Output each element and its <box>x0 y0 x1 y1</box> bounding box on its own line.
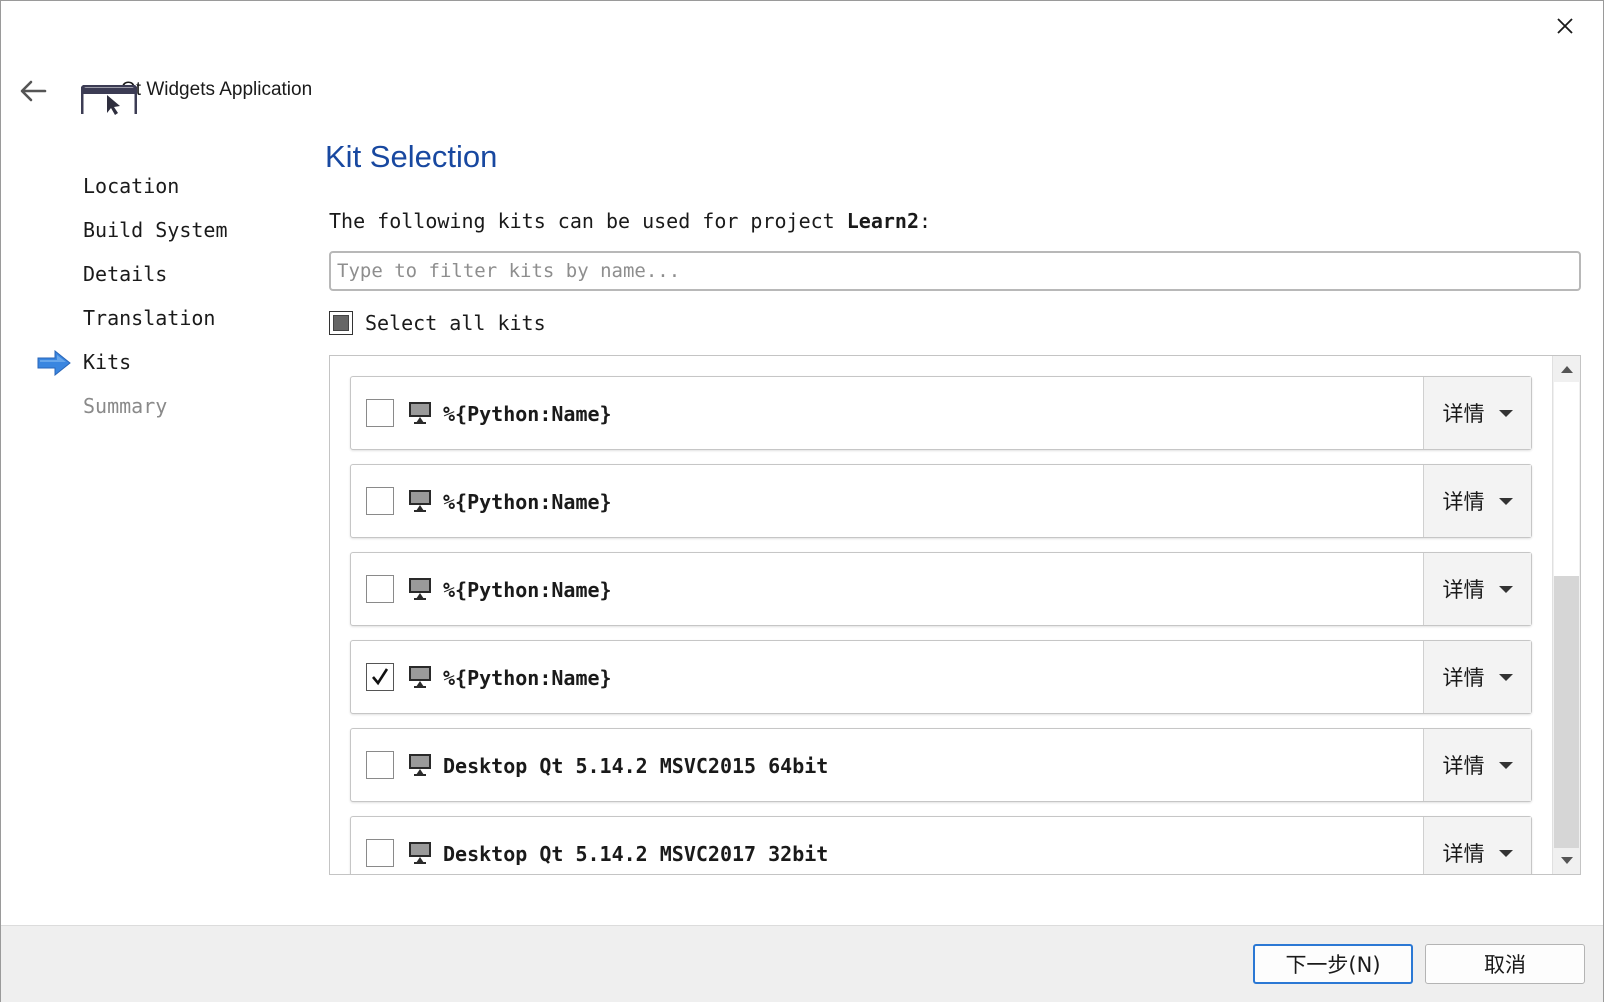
step-details: Details <box>37 257 228 301</box>
close-button[interactable] <box>1546 9 1584 43</box>
desktop-monitor-icon <box>409 842 431 864</box>
kit-rows: %{Python:Name} 详情 %{Python:Name} 详情 %{Py… <box>350 376 1532 874</box>
kit-row: %{Python:Name} 详情 <box>350 640 1532 714</box>
scroll-down-button[interactable] <box>1553 848 1580 874</box>
wizard-window: Qt Widgets Application Location Build Sy… <box>0 0 1604 1002</box>
kit-details-button[interactable]: 详情 <box>1423 729 1531 801</box>
kit-checkbox[interactable] <box>366 663 394 691</box>
step-label: Summary <box>83 394 168 418</box>
chevron-down-icon <box>1498 761 1513 769</box>
step-kits: Kits <box>37 345 228 389</box>
intro-suffix: : <box>919 209 932 233</box>
qt-widgets-app-icon <box>81 85 137 115</box>
details-label: 详情 <box>1442 490 1485 514</box>
step-label: Details <box>83 262 168 286</box>
kit-row: %{Python:Name} 详情 <box>350 376 1532 450</box>
kit-details-button[interactable]: 详情 <box>1423 641 1531 713</box>
chevron-down-icon <box>1498 849 1513 857</box>
step-label: Build System <box>83 218 228 242</box>
kit-name: %{Python:Name} <box>443 490 612 514</box>
kit-details-button[interactable]: 详情 <box>1423 553 1531 625</box>
current-step-arrow-icon <box>37 350 71 376</box>
project-name: Learn2 <box>846 209 920 233</box>
kit-checkbox[interactable] <box>366 487 394 515</box>
scroll-track[interactable] <box>1554 382 1579 576</box>
step-summary: Summary <box>37 389 228 433</box>
kit-name: %{Python:Name} <box>443 402 612 426</box>
partial-check-icon <box>329 311 353 335</box>
page-title: Kit Selection <box>325 139 498 174</box>
step-label: Location <box>83 174 180 198</box>
kit-details-button[interactable]: 详情 <box>1423 465 1531 537</box>
kit-row: %{Python:Name} 详情 <box>350 464 1532 538</box>
back-arrow-icon <box>20 80 47 102</box>
next-button[interactable]: 下一步(N) <box>1253 944 1413 984</box>
kit-row: Desktop Qt 5.14.2 MSVC2017 32bit 详情 <box>350 816 1532 874</box>
step-translation: Translation <box>37 301 228 345</box>
kit-checkbox[interactable] <box>366 839 394 867</box>
kit-row: Desktop Qt 5.14.2 MSVC2015 64bit 详情 <box>350 728 1532 802</box>
kit-row: %{Python:Name} 详情 <box>350 552 1532 626</box>
wizard-steps: Location Build System Details Translatio… <box>37 169 228 433</box>
details-label: 详情 <box>1442 666 1485 690</box>
chevron-down-icon <box>1498 497 1513 505</box>
chevron-down-icon <box>1498 585 1513 593</box>
wizard-title: Qt Widgets Application <box>121 79 313 100</box>
intro-text: The following kits can be used for proje… <box>329 209 931 233</box>
wizard-footer: 下一步(N) 取消 <box>1 925 1603 1002</box>
desktop-monitor-icon <box>409 490 431 512</box>
select-all-kits-checkbox[interactable]: Select all kits <box>329 311 546 335</box>
chevron-down-icon <box>1498 673 1513 681</box>
back-button[interactable] <box>15 73 51 109</box>
details-label: 详情 <box>1442 842 1485 866</box>
kit-list: %{Python:Name} 详情 %{Python:Name} 详情 %{Py… <box>329 355 1581 875</box>
kit-name: Desktop Qt 5.14.2 MSVC2017 32bit <box>443 842 829 866</box>
kit-name: Desktop Qt 5.14.2 MSVC2015 64bit <box>443 754 829 778</box>
desktop-monitor-icon <box>409 402 431 424</box>
step-location: Location <box>37 169 228 213</box>
scroll-down-icon <box>1560 857 1573 864</box>
scroll-up-icon <box>1560 366 1573 373</box>
step-build-system: Build System <box>37 213 228 257</box>
close-icon <box>1557 18 1573 34</box>
details-label: 详情 <box>1442 754 1485 778</box>
kit-list-scrollbar[interactable] <box>1552 356 1580 874</box>
kit-checkbox[interactable] <box>366 751 394 779</box>
check-icon <box>372 668 389 686</box>
chevron-down-icon <box>1498 409 1513 417</box>
kit-name: %{Python:Name} <box>443 578 612 602</box>
kit-details-button[interactable]: 详情 <box>1423 817 1531 874</box>
desktop-monitor-icon <box>409 578 431 600</box>
kit-filter-input[interactable] <box>329 251 1581 291</box>
scroll-up-button[interactable] <box>1553 356 1580 382</box>
kit-details-button[interactable]: 详情 <box>1423 377 1531 449</box>
details-label: 详情 <box>1442 402 1485 426</box>
details-label: 详情 <box>1442 578 1485 602</box>
desktop-monitor-icon <box>409 666 431 688</box>
intro-prefix: The following kits can be used for proje… <box>329 209 847 233</box>
kit-checkbox[interactable] <box>366 399 394 427</box>
scroll-thumb[interactable] <box>1554 576 1579 848</box>
cancel-button[interactable]: 取消 <box>1425 944 1585 984</box>
desktop-monitor-icon <box>409 754 431 776</box>
select-all-label: Select all kits <box>365 311 546 335</box>
step-label: Kits <box>83 350 132 374</box>
kit-name: %{Python:Name} <box>443 666 612 690</box>
step-label: Translation <box>83 306 216 330</box>
kit-checkbox[interactable] <box>366 575 394 603</box>
